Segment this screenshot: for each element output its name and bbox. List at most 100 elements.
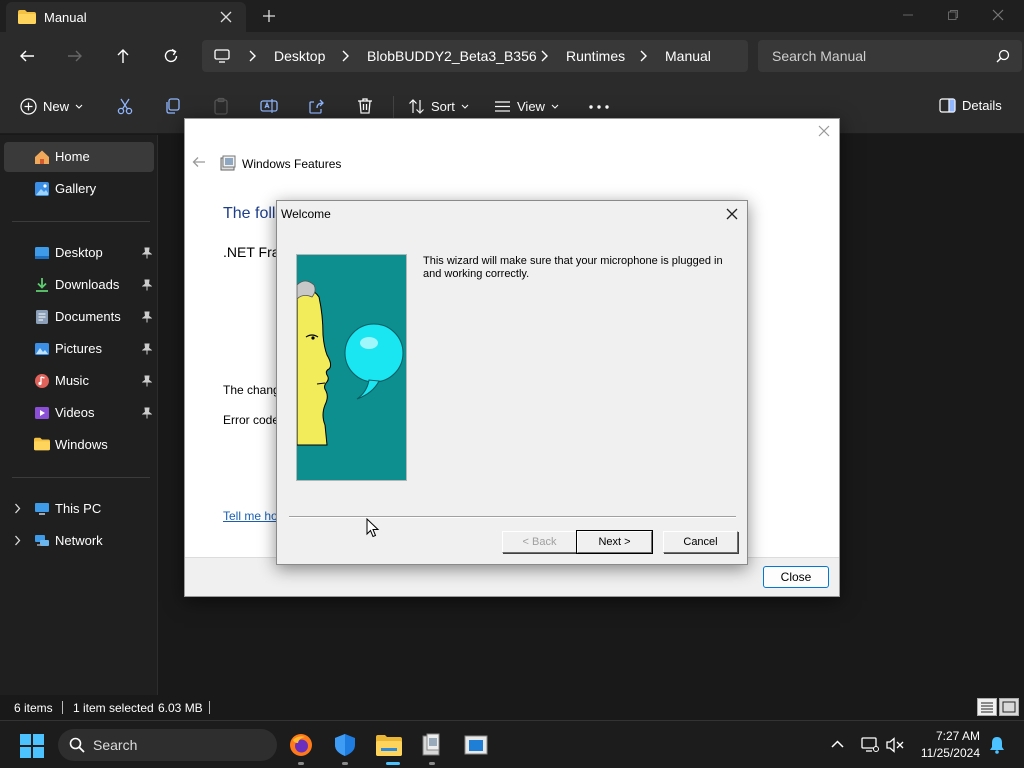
- wizard-app-icon[interactable]: [464, 733, 488, 757]
- start-icon[interactable]: [20, 734, 44, 758]
- windows-features-app-icon[interactable]: [420, 733, 444, 757]
- new-tab-icon[interactable]: [262, 9, 276, 23]
- view-label: View: [517, 99, 545, 114]
- folder-icon: [34, 437, 50, 451]
- sidebar-item-downloads[interactable]: Downloads: [4, 270, 154, 300]
- forward-arrow-icon[interactable]: [67, 48, 83, 64]
- refresh-icon[interactable]: [163, 48, 179, 64]
- chevron-right-icon[interactable]: [14, 503, 21, 514]
- back-button[interactable]: < Back: [502, 531, 577, 553]
- sidebar-item-label: Windows: [55, 437, 108, 452]
- defender-shield-icon[interactable]: [333, 733, 357, 757]
- toolbar-divider: [393, 96, 394, 118]
- sidebar-item-documents[interactable]: Documents: [4, 302, 154, 332]
- chevron-up-icon[interactable]: [831, 740, 844, 748]
- pin-icon[interactable]: [142, 247, 152, 259]
- minimize-icon[interactable]: [902, 9, 914, 21]
- wizard-message: This wizard will make sure that your mic…: [423, 255, 723, 280]
- cut-icon[interactable]: [116, 97, 134, 115]
- pin-icon[interactable]: [142, 279, 152, 291]
- more-options-icon[interactable]: [589, 105, 609, 109]
- pin-icon[interactable]: [142, 375, 152, 387]
- sidebar-item-videos[interactable]: Videos: [4, 398, 154, 428]
- chevron-right-icon: [341, 50, 349, 62]
- view-button[interactable]: View: [494, 98, 559, 115]
- delete-icon[interactable]: [356, 97, 374, 115]
- rename-icon[interactable]: [260, 97, 278, 115]
- up-arrow-icon[interactable]: [115, 48, 131, 64]
- pin-icon[interactable]: [142, 407, 152, 419]
- address-bar[interactable]: Desktop BlobBUDDY2_Beta3_B356 Runtimes M…: [202, 40, 748, 72]
- network-status-icon[interactable]: [861, 737, 879, 753]
- clock-time[interactable]: 7:27 AM: [914, 729, 980, 743]
- sidebar-item-gallery[interactable]: Gallery: [4, 174, 154, 204]
- feature-name: .NET Fra: [223, 244, 280, 260]
- clock-date[interactable]: 11/25/2024: [904, 746, 980, 760]
- close-button[interactable]: Close: [763, 566, 829, 588]
- sidebar-item-network[interactable]: Network: [4, 526, 154, 556]
- tab-title: Manual: [44, 10, 87, 25]
- close-icon[interactable]: [726, 208, 738, 220]
- dialog-title: Windows Features: [242, 157, 342, 171]
- new-button-label: New: [43, 99, 70, 114]
- next-button[interactable]: Next >: [576, 530, 653, 554]
- taskbar: Search 7:27 AM 11/25/2024: [0, 720, 1024, 768]
- pin-icon[interactable]: [142, 343, 152, 355]
- copy-icon[interactable]: [164, 97, 182, 115]
- chevron-right-icon[interactable]: [14, 535, 21, 546]
- navigation-bar: Desktop BlobBUDDY2_Beta3_B356 Runtimes M…: [0, 32, 1024, 80]
- sidebar-item-desktop[interactable]: Desktop: [4, 238, 154, 268]
- sidebar-item-label: Music: [55, 373, 89, 388]
- sidebar-item-pictures[interactable]: Pictures: [4, 334, 154, 364]
- sidebar-item-music[interactable]: Music: [4, 366, 154, 396]
- notification-bell-icon[interactable]: [989, 736, 1005, 754]
- breadcrumb-desktop[interactable]: Desktop: [274, 48, 325, 64]
- close-window-icon[interactable]: [992, 9, 1004, 21]
- this-pc-icon: [34, 501, 50, 517]
- tab-manual[interactable]: Manual: [6, 2, 246, 32]
- running-indicator: [342, 762, 348, 765]
- cancel-button[interactable]: Cancel: [663, 531, 738, 553]
- large-icons-view-icon[interactable]: [999, 698, 1019, 716]
- speaking-face-illustration: [296, 254, 407, 481]
- close-icon[interactable]: [818, 125, 830, 137]
- details-view-icon[interactable]: [977, 698, 997, 716]
- volume-muted-icon[interactable]: [886, 737, 904, 753]
- breadcrumb-blobbuddy[interactable]: BlobBUDDY2_Beta3_B356: [367, 48, 537, 64]
- sidebar-item-home[interactable]: Home: [4, 142, 154, 172]
- back-arrow-icon[interactable]: [192, 156, 206, 168]
- selection-size: 6.03 MB: [158, 701, 203, 715]
- share-icon[interactable]: [308, 97, 326, 115]
- help-link[interactable]: Tell me ho: [223, 509, 278, 523]
- running-indicator: [429, 762, 435, 765]
- sidebar-item-label: Gallery: [55, 181, 97, 196]
- documents-icon: [34, 309, 50, 325]
- firefox-icon[interactable]: [289, 733, 313, 757]
- pin-icon[interactable]: [142, 311, 152, 323]
- sidebar-item-this-pc[interactable]: This PC: [4, 494, 154, 524]
- status-bar: 6 items 1 item selected 6.03 MB: [0, 695, 1024, 720]
- new-button[interactable]: New: [20, 98, 83, 115]
- details-button[interactable]: Details: [939, 98, 1002, 113]
- wizard-title: Welcome: [281, 207, 331, 221]
- active-indicator: [386, 762, 400, 765]
- taskbar-search[interactable]: Search: [58, 729, 277, 761]
- search-input[interactable]: Search Manual: [758, 40, 1022, 72]
- sidebar-item-label: Desktop: [55, 245, 103, 260]
- breadcrumb-manual[interactable]: Manual: [665, 48, 711, 64]
- sidebar-divider: [12, 221, 150, 222]
- wizard-body: This wizard will make sure that your mic…: [277, 229, 747, 564]
- breadcrumb-runtimes[interactable]: Runtimes: [566, 48, 625, 64]
- back-arrow-icon[interactable]: [19, 48, 35, 64]
- running-indicator: [298, 762, 304, 765]
- sidebar-item-windows[interactable]: Windows: [4, 430, 154, 460]
- sidebar-item-label: Pictures: [55, 341, 102, 356]
- folder-icon: [18, 10, 36, 24]
- file-explorer-icon[interactable]: [376, 733, 402, 757]
- restore-icon[interactable]: [947, 9, 959, 21]
- sort-label: Sort: [431, 99, 455, 114]
- paste-icon[interactable]: [212, 97, 230, 115]
- sort-button[interactable]: Sort: [408, 98, 469, 115]
- close-tab-icon[interactable]: [220, 11, 232, 23]
- chevron-down-icon: [551, 104, 559, 109]
